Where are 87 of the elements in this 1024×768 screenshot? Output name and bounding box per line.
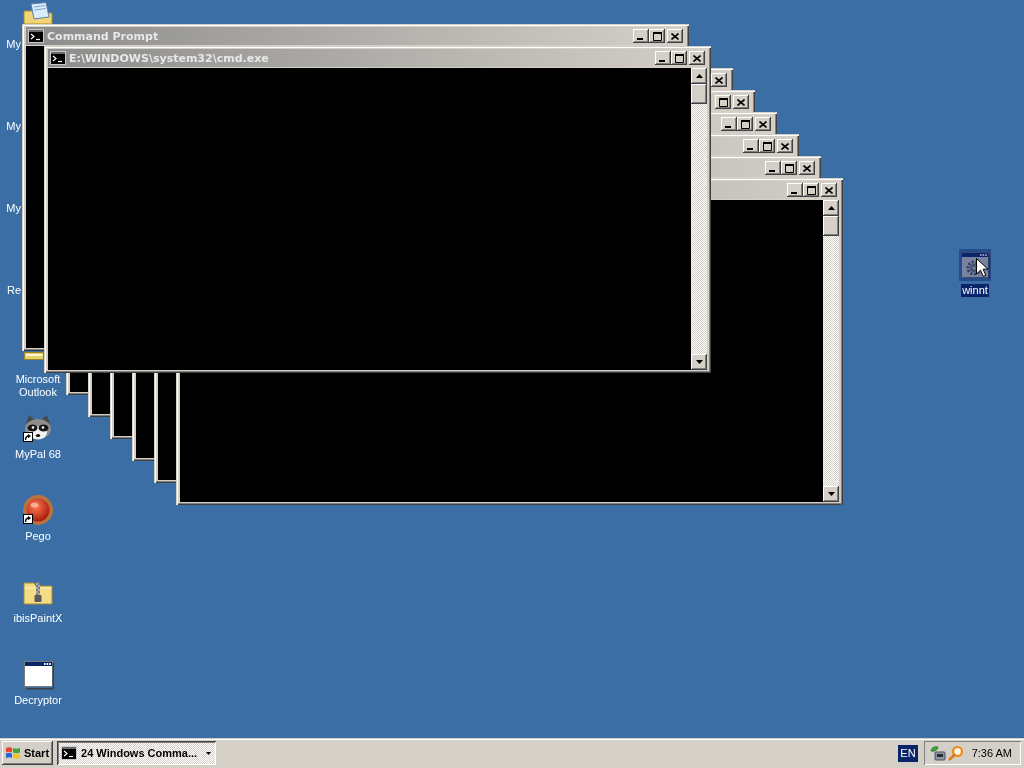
close-button[interactable]	[799, 161, 815, 175]
icon-label[interactable]: Decryptor	[13, 694, 63, 707]
minimize-icon	[746, 148, 753, 150]
icon-label[interactable]: winnt	[961, 284, 989, 297]
icon-label[interactable]: My	[6, 38, 21, 51]
minimize-button[interactable]	[743, 139, 759, 153]
close-button[interactable]	[777, 139, 793, 153]
maximize-button[interactable]	[759, 139, 775, 153]
minimize-button[interactable]	[787, 183, 803, 197]
scroll-up-button[interactable]	[691, 68, 707, 84]
close-button[interactable]	[711, 73, 727, 87]
minimize-button[interactable]	[633, 29, 649, 43]
console-icon	[61, 746, 78, 760]
window-title: E:\WINDOWS\system32\cmd.exe	[69, 51, 269, 65]
title-bar[interactable]	[711, 90, 755, 112]
title-bar[interactable]	[711, 156, 821, 178]
scroll-up-button[interactable]	[823, 200, 839, 216]
maximize-icon	[740, 119, 750, 129]
maximize-icon	[674, 53, 684, 63]
down-arrow-icon	[695, 360, 703, 364]
minimize-button[interactable]	[765, 161, 781, 175]
minimize-icon	[724, 126, 731, 128]
icon-label[interactable]: My	[6, 120, 21, 133]
close-button[interactable]	[689, 51, 705, 65]
title-bar[interactable]	[711, 178, 843, 200]
close-icon	[671, 32, 679, 40]
language-indicator[interactable]: EN	[898, 744, 918, 762]
title-bar[interactable]	[711, 134, 799, 156]
maximize-button[interactable]	[649, 29, 665, 43]
device-icon[interactable]	[929, 745, 946, 761]
close-icon	[825, 186, 833, 194]
folder-icon[interactable]	[22, 2, 54, 24]
maximize-icon	[718, 97, 728, 107]
icon-label[interactable]: MyPal 68	[14, 448, 62, 461]
scroll-thumb[interactable]	[691, 84, 707, 104]
mouse-pointer-icon	[976, 258, 988, 277]
clock: 7:36 AM	[971, 747, 1012, 759]
close-button[interactable]	[755, 117, 771, 131]
minimize-icon	[790, 192, 797, 194]
maximize-button[interactable]	[781, 161, 797, 175]
console-icon	[28, 29, 44, 43]
up-arrow-icon	[695, 74, 703, 78]
close-button[interactable]	[733, 95, 749, 109]
flag-icon	[5, 746, 21, 760]
maximize-button[interactable]	[803, 183, 819, 197]
scroll-down-button[interactable]	[823, 486, 839, 502]
icon-label[interactable]: Pego	[24, 530, 52, 543]
icon-label[interactable]: Re	[6, 284, 21, 297]
minimize-icon	[768, 170, 775, 172]
minimize-button[interactable]	[721, 117, 737, 131]
console-icon	[50, 51, 66, 65]
up-arrow-icon	[827, 206, 835, 210]
close-icon	[781, 142, 789, 150]
close-button[interactable]	[821, 183, 837, 197]
title-bar[interactable]	[711, 112, 777, 134]
caret-icon	[206, 751, 212, 755]
window-title: Command Prompt	[47, 29, 159, 43]
window-gear-icon[interactable]	[959, 249, 991, 281]
scrollbar[interactable]	[823, 200, 839, 502]
title-bar[interactable]	[711, 68, 733, 90]
app-icon[interactable]	[24, 352, 44, 360]
maximize-icon	[762, 141, 772, 151]
maximize-icon	[652, 31, 662, 41]
window-icon[interactable]	[22, 658, 54, 690]
icon-label[interactable]: My	[6, 202, 21, 215]
maximize-button[interactable]	[737, 117, 753, 131]
start-button[interactable]: Start	[2, 741, 54, 765]
close-icon	[693, 54, 701, 62]
taskbar-button[interactable]: 24 Windows Comma...	[57, 741, 217, 765]
down-arrow-icon	[827, 492, 835, 496]
close-icon	[737, 98, 745, 106]
icon-label[interactable]: ibisPaintX	[12, 612, 64, 625]
minimize-icon	[636, 38, 643, 40]
scrollbar[interactable]	[691, 68, 707, 370]
close-icon	[759, 120, 767, 128]
close-button[interactable]	[667, 29, 683, 43]
maximize-button[interactable]	[671, 51, 687, 65]
close-icon	[715, 76, 723, 84]
scroll-down-button[interactable]	[691, 354, 707, 370]
icon-label[interactable]: Microsoft Outlook	[9, 373, 67, 399]
maximize-button[interactable]	[715, 95, 731, 109]
maximize-icon	[784, 163, 794, 173]
scroll-thumb[interactable]	[823, 216, 839, 236]
maximize-icon	[806, 185, 816, 195]
close-icon	[803, 164, 811, 172]
minimize-icon	[658, 60, 665, 62]
minimize-button[interactable]	[655, 51, 671, 65]
